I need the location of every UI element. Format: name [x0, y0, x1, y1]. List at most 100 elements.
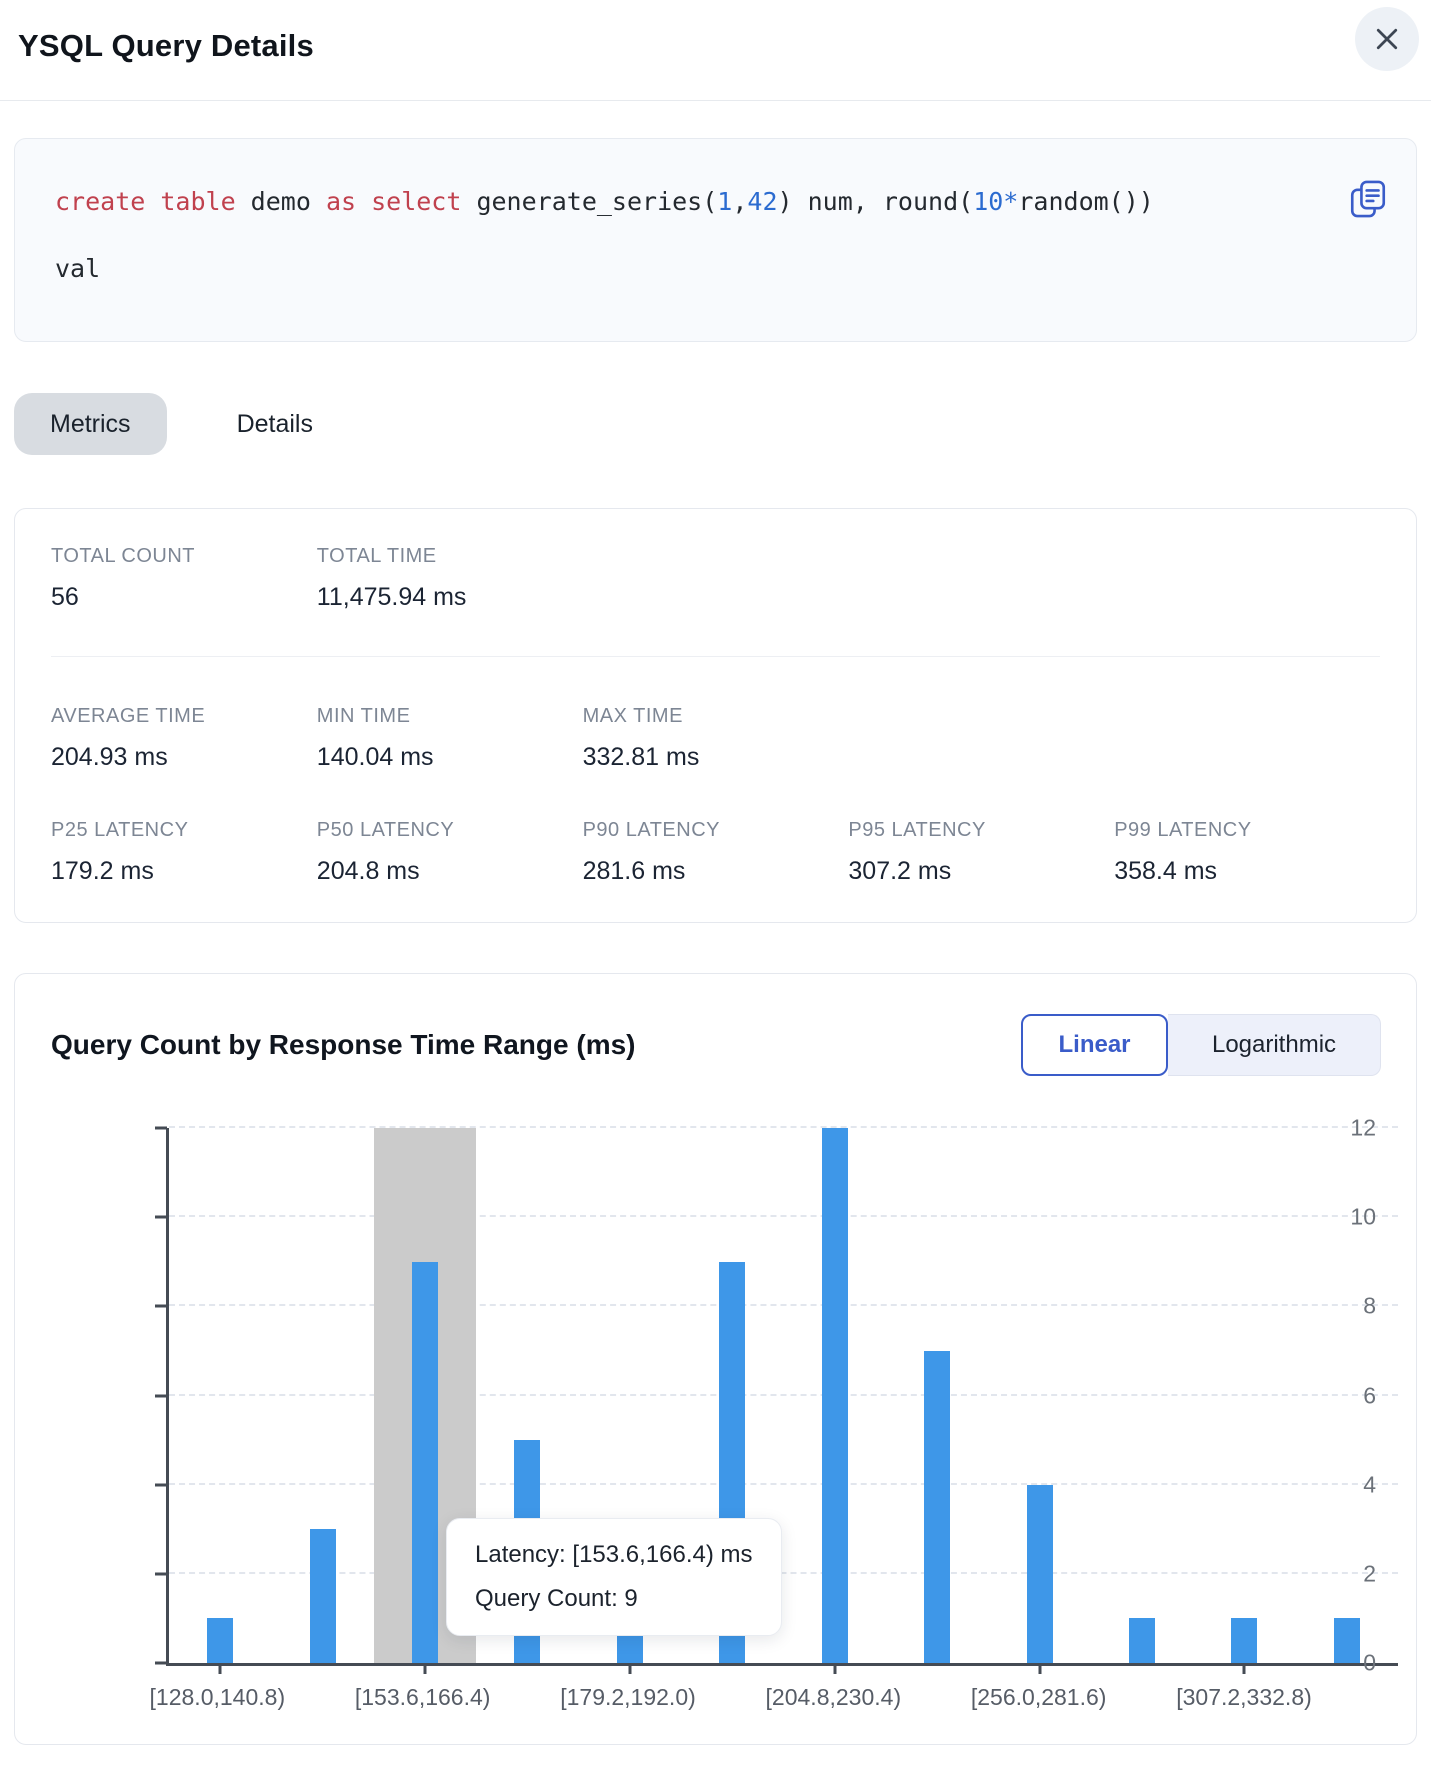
- chart-panel: Query Count by Response Time Range (ms) …: [14, 973, 1417, 1745]
- sql-token: ) num, round(: [778, 187, 974, 216]
- metric-p50-latency: P50 LATENCY 204.8 ms: [317, 819, 583, 886]
- bar-slot: [169, 1128, 271, 1663]
- bar[interactable]: [207, 1618, 233, 1663]
- bar[interactable]: [412, 1262, 438, 1663]
- metric-label: P99 LATENCY: [1114, 819, 1380, 842]
- bar[interactable]: [1334, 1618, 1360, 1663]
- sql-token: 10: [973, 187, 1003, 216]
- metric-value: 140.04 ms: [317, 743, 583, 772]
- dialog-header: YSQL Query Details: [0, 0, 1431, 101]
- tab-bar: Metrics Details: [14, 393, 1417, 455]
- metrics-row-totals: TOTAL COUNT 56 TOTAL TIME 11,475.94 ms: [51, 545, 1380, 612]
- bar-slot: [271, 1128, 373, 1663]
- bar-chart: 024681012 [128.0,140.8)[153.6,166.4)[179…: [166, 1128, 1398, 1718]
- metric-max-time: MAX TIME 332.81 ms: [583, 705, 849, 772]
- sql-token: 42: [747, 187, 777, 216]
- dialog-title: YSQL Query Details: [18, 28, 1413, 64]
- linear-button[interactable]: Linear: [1021, 1014, 1168, 1076]
- chart-title: Query Count by Response Time Range (ms): [51, 1029, 636, 1061]
- sql-token: *: [1003, 187, 1018, 216]
- y-tick-mark: [155, 1216, 167, 1219]
- metric-value: 204.8 ms: [317, 857, 583, 886]
- sql-line-2: val: [55, 254, 1296, 283]
- metric-value: 358.4 ms: [1114, 857, 1380, 886]
- y-tick-mark: [155, 1662, 167, 1665]
- chart-header: Query Count by Response Time Range (ms) …: [51, 1014, 1396, 1076]
- metric-total-count: TOTAL COUNT 56: [51, 545, 317, 612]
- tab-metrics[interactable]: Metrics: [14, 393, 167, 455]
- bar-slot: [1091, 1128, 1193, 1663]
- sql-query-block: create table demo as select generate_ser…: [14, 138, 1417, 342]
- bar[interactable]: [924, 1351, 950, 1663]
- y-tick-mark: [155, 1127, 167, 1130]
- tooltip-latency: Latency: [153.6,166.4) ms: [475, 1541, 753, 1569]
- metric-value: 179.2 ms: [51, 857, 317, 886]
- metric-label: AVERAGE TIME: [51, 705, 317, 728]
- plot-area: 024681012: [166, 1128, 1398, 1666]
- bar[interactable]: [1231, 1618, 1257, 1663]
- metric-value: 56: [51, 583, 317, 612]
- x-tick-label: [179.2,192.0): [560, 1684, 696, 1711]
- x-tick-label: [204.8,230.4): [766, 1684, 902, 1711]
- bar[interactable]: [310, 1529, 336, 1663]
- copy-button[interactable]: [1347, 177, 1391, 221]
- bar-slot: [1296, 1128, 1398, 1663]
- x-tick-label: [256.0,281.6): [971, 1684, 1107, 1711]
- metrics-divider: [51, 656, 1380, 657]
- metric-p95-latency: P95 LATENCY 307.2 ms: [848, 819, 1114, 886]
- metric-label: MAX TIME: [583, 705, 849, 728]
- sql-token: 1: [717, 187, 732, 216]
- bar-slot: [1193, 1128, 1295, 1663]
- bar[interactable]: [1129, 1618, 1155, 1663]
- x-tick-label: [153.6,166.4): [355, 1684, 491, 1711]
- metrics-row-times: AVERAGE TIME 204.93 ms MIN TIME 140.04 m…: [51, 705, 1380, 772]
- metric-average-time: AVERAGE TIME 204.93 ms: [51, 705, 317, 772]
- sql-token: ,: [732, 187, 747, 216]
- close-button[interactable]: [1355, 7, 1419, 71]
- metric-value: 204.93 ms: [51, 743, 317, 772]
- metric-min-time: MIN TIME 140.04 ms: [317, 705, 583, 772]
- metric-label: P95 LATENCY: [848, 819, 1114, 842]
- copy-icon: [1347, 178, 1391, 220]
- sql-token: create table: [55, 187, 236, 216]
- metric-label: P90 LATENCY: [583, 819, 849, 842]
- y-tick-mark: [155, 1483, 167, 1486]
- metrics-panel: TOTAL COUNT 56 TOTAL TIME 11,475.94 ms A…: [14, 508, 1417, 923]
- bar-slot: [988, 1128, 1090, 1663]
- metrics-row-latencies: P25 LATENCY 179.2 ms P50 LATENCY 204.8 m…: [51, 819, 1380, 886]
- metric-value: 307.2 ms: [848, 857, 1114, 886]
- tab-details[interactable]: Details: [201, 393, 349, 455]
- y-tick-mark: [155, 1305, 167, 1308]
- metric-value: 281.6 ms: [583, 857, 849, 886]
- metric-total-time: TOTAL TIME 11,475.94 ms: [317, 545, 583, 612]
- scale-toggle: Linear Logarithmic: [1021, 1014, 1381, 1076]
- x-tick-label: [128.0,140.8): [150, 1684, 286, 1711]
- logarithmic-button[interactable]: Logarithmic: [1168, 1014, 1381, 1076]
- metric-label: TOTAL TIME: [317, 545, 583, 568]
- x-axis-labels: [128.0,140.8)[153.6,166.4)[179.2,192.0)[…: [166, 1666, 1398, 1718]
- metric-value: 332.81 ms: [583, 743, 849, 772]
- sql-token: random()): [1018, 187, 1153, 216]
- chart-tooltip: Latency: [153.6,166.4) ms Query Count: 9: [446, 1518, 782, 1636]
- y-tick-mark: [155, 1394, 167, 1397]
- metric-label: TOTAL COUNT: [51, 545, 317, 568]
- metric-label: P50 LATENCY: [317, 819, 583, 842]
- bar-slot: [886, 1128, 988, 1663]
- bar[interactable]: [822, 1128, 848, 1663]
- sql-token: generate_series(: [461, 187, 717, 216]
- sql-line-1: create table demo as select generate_ser…: [55, 187, 1296, 216]
- x-tick-label: [307.2,332.8): [1176, 1684, 1312, 1711]
- tooltip-query-count: Query Count: 9: [475, 1585, 753, 1613]
- metric-p90-latency: P90 LATENCY 281.6 ms: [583, 819, 849, 886]
- dialog-body: create table demo as select generate_ser…: [0, 138, 1431, 1745]
- sql-token: as select: [326, 187, 461, 216]
- metric-p99-latency: P99 LATENCY 358.4 ms: [1114, 819, 1380, 886]
- bar[interactable]: [1027, 1485, 1053, 1663]
- close-icon: [1372, 24, 1402, 54]
- bar-slot: [784, 1128, 886, 1663]
- sql-token: demo: [236, 187, 326, 216]
- metric-p25-latency: P25 LATENCY 179.2 ms: [51, 819, 317, 886]
- y-tick-mark: [155, 1572, 167, 1575]
- metric-label: P25 LATENCY: [51, 819, 317, 842]
- metric-value: 11,475.94 ms: [317, 583, 583, 612]
